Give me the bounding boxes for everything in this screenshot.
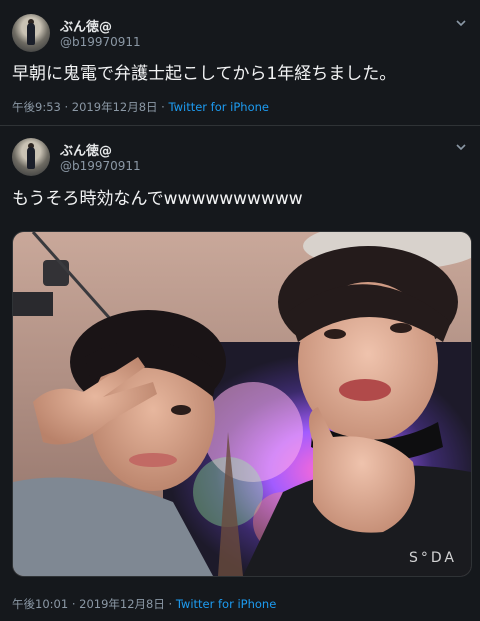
tweet-source-link[interactable]: Twitter for iPhone [168, 100, 269, 114]
tweet-date[interactable]: 2019年12月8日 [72, 100, 158, 114]
tweet-meta: 午後10:01 · 2019年12月8日 · Twitter for iPhon… [12, 597, 277, 611]
tweet-time[interactable]: 午後9:53 [12, 100, 61, 114]
display-name[interactable]: ぶん徳@ [60, 140, 112, 159]
photo-watermark: S°DA [409, 550, 457, 566]
tweet-date[interactable]: 2019年12月8日 [79, 597, 165, 611]
display-name[interactable]: ぶん徳@ [60, 16, 112, 35]
tweet-photo[interactable]: S°DA [12, 231, 472, 577]
avatar[interactable] [12, 14, 50, 52]
tweet-text: 早朝に鬼電で弁護士起こしてから1年経ちました。 [12, 64, 397, 84]
tweet-meta: 午後9:53 · 2019年12月8日 · Twitter for iPhone [12, 100, 269, 114]
photo-image [13, 232, 471, 576]
tweet-source-link[interactable]: Twitter for iPhone [176, 597, 277, 611]
tweet-time[interactable]: 午後10:01 [12, 597, 68, 611]
avatar[interactable] [12, 138, 50, 176]
tweet-text: もうそろ時効なんでwwwwwwwwww [12, 189, 303, 209]
chevron-down-icon[interactable] [454, 140, 468, 154]
username-handle[interactable]: @b19970911 [60, 35, 141, 49]
username-handle[interactable]: @b19970911 [60, 159, 141, 173]
chevron-down-icon[interactable] [454, 16, 468, 30]
tweet-1: ぶん徳@ @b19970911 早朝に鬼電で弁護士起こしてから1年経ちました。 … [0, 0, 480, 122]
